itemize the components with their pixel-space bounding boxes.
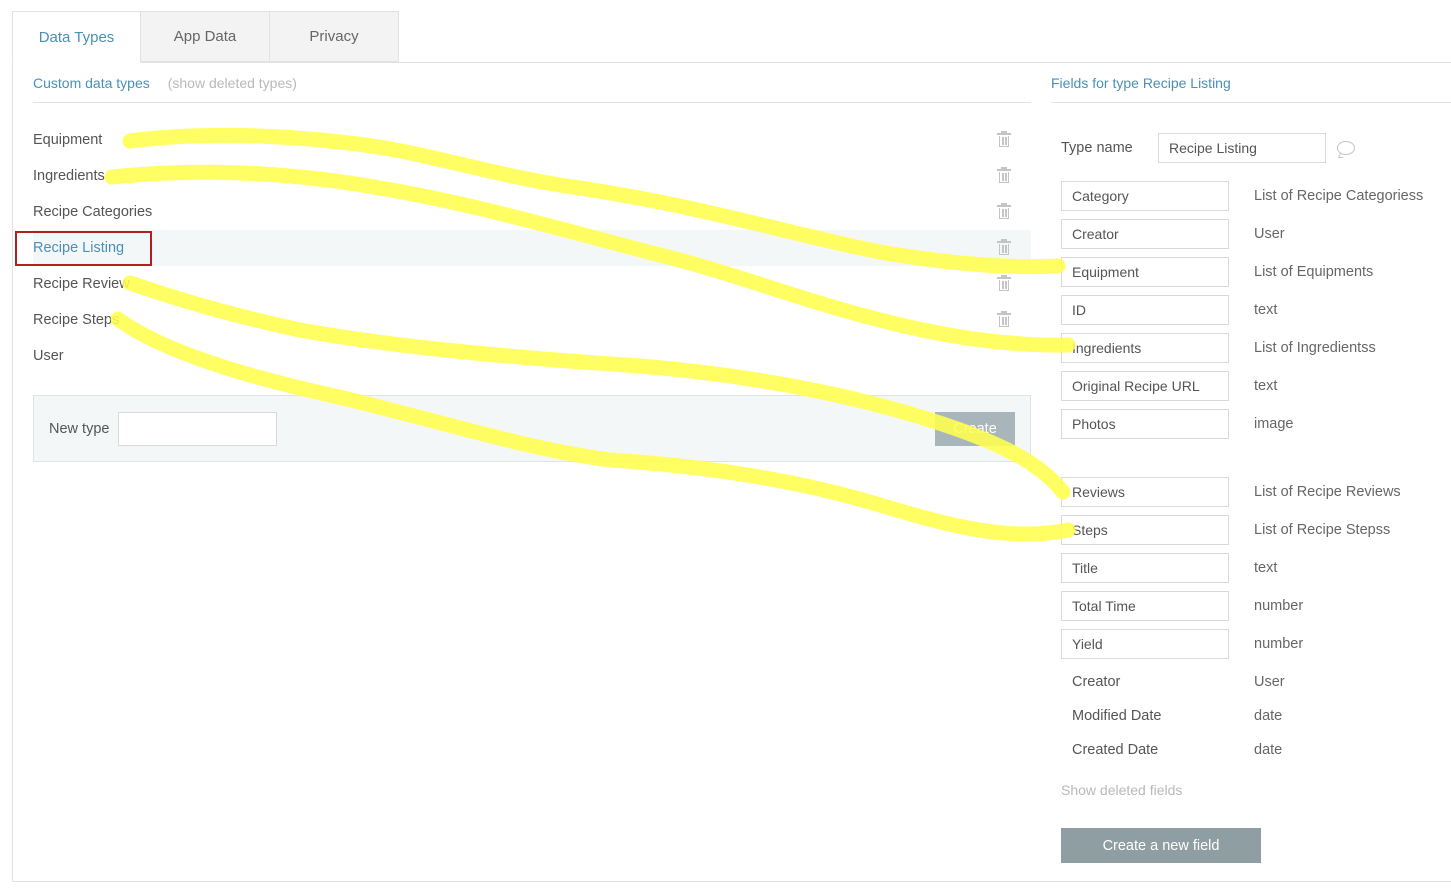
field-row: text [1061, 295, 1277, 325]
builtin-field-name: Creator [1072, 674, 1121, 690]
create-new-field-button[interactable]: Create a new field [1061, 828, 1261, 863]
field-row: List of Ingredientss [1061, 333, 1376, 363]
field-row: List of Recipe Categoriess [1061, 181, 1423, 211]
type-name-label: Type name [1061, 140, 1133, 156]
field-type-label[interactable]: User [1254, 226, 1285, 242]
field-type-label[interactable]: List of Recipe Categoriess [1254, 188, 1423, 204]
new-type-label: New type [49, 420, 110, 437]
type-item[interactable]: Ingredients [33, 158, 1031, 194]
field-name-input[interactable] [1061, 409, 1229, 439]
type-item-label: Equipment [33, 132, 103, 148]
type-item-label: Recipe Categories [33, 204, 153, 220]
field-type-label[interactable]: List of Equipments [1254, 264, 1373, 280]
comment-bubble-icon[interactable] [1337, 141, 1355, 155]
builtin-field-name: Modified Date [1072, 708, 1162, 724]
type-item-label: Recipe Review [33, 276, 130, 292]
tab-privacy[interactable]: Privacy [270, 11, 399, 62]
field-name-input[interactable] [1061, 477, 1229, 507]
trash-icon[interactable] [997, 203, 1011, 220]
builtin-field-type: date [1254, 742, 1283, 758]
tab-bar: Data Types App Data Privacy [12, 11, 399, 63]
field-name-input[interactable] [1061, 371, 1229, 401]
trash-icon[interactable] [997, 311, 1011, 328]
field-type-label[interactable]: text [1254, 378, 1277, 394]
builtin-field-row: Created Date date [1061, 735, 1282, 765]
builtin-field-row: Modified Date date [1061, 701, 1282, 731]
type-name-row: Type name [1061, 133, 1355, 163]
type-item-label: Recipe Steps [33, 312, 120, 328]
builtin-field-type: User [1254, 674, 1285, 690]
type-item[interactable]: Recipe Categories [33, 194, 1031, 230]
new-type-form: New type Create [33, 395, 1031, 462]
tab-data-types[interactable]: Data Types [12, 11, 141, 63]
field-name-input[interactable] [1061, 295, 1229, 325]
type-list: Equipment Ingredients Recipe Categories Rec… [33, 122, 1031, 374]
type-item-label: Recipe Listing [33, 240, 125, 256]
type-item[interactable]: User [33, 338, 1031, 374]
field-name-input[interactable] [1061, 591, 1229, 621]
builtin-field-row: Creator User [1061, 667, 1285, 697]
builtin-field-name: Created Date [1072, 742, 1159, 758]
type-item[interactable]: Recipe Steps [33, 302, 1031, 338]
type-item[interactable]: Equipment [33, 122, 1031, 158]
field-row: List of Recipe Stepss [1061, 515, 1390, 545]
type-item-label: User [33, 348, 64, 364]
tab-app-data[interactable]: App Data [141, 11, 270, 62]
field-type-label[interactable]: List of Recipe Reviews [1254, 484, 1401, 500]
field-name-input[interactable] [1061, 553, 1229, 583]
field-name-input[interactable] [1061, 515, 1229, 545]
field-row: text [1061, 553, 1277, 583]
show-deleted-fields-link[interactable]: Show deleted fields [1061, 782, 1182, 798]
field-type-label[interactable]: number [1254, 598, 1303, 614]
field-row: List of Equipments [1061, 257, 1373, 287]
field-row: number [1061, 591, 1303, 621]
trash-icon[interactable] [997, 131, 1011, 148]
field-type-label[interactable]: image [1254, 416, 1294, 432]
field-row: image [1061, 409, 1294, 439]
type-name-input[interactable] [1158, 133, 1326, 163]
custom-types-header: Custom data types (show deleted types) [33, 75, 1031, 103]
trash-icon[interactable] [997, 239, 1011, 256]
field-name-input[interactable] [1061, 333, 1229, 363]
builtin-field-type: date [1254, 708, 1283, 724]
field-name-input[interactable] [1061, 181, 1229, 211]
new-type-input[interactable] [118, 411, 278, 446]
field-type-label[interactable]: text [1254, 560, 1277, 576]
fields-header: Fields for type Recipe Listing [1051, 75, 1451, 103]
create-type-button[interactable]: Create [935, 412, 1015, 446]
field-row: User [1061, 219, 1285, 249]
field-row: text [1061, 371, 1277, 401]
field-row: List of Recipe Reviews [1061, 477, 1401, 507]
type-item[interactable]: Recipe Review [33, 266, 1031, 302]
field-name-input[interactable] [1061, 219, 1229, 249]
field-type-label[interactable]: text [1254, 302, 1277, 318]
field-type-label[interactable]: List of Recipe Stepss [1254, 522, 1390, 538]
type-item-label: Ingredients [33, 168, 105, 184]
custom-types-title[interactable]: Custom data types [33, 75, 150, 91]
field-name-input[interactable] [1061, 257, 1229, 287]
field-type-label[interactable]: List of Ingredientss [1254, 340, 1376, 356]
trash-icon[interactable] [997, 167, 1011, 184]
field-type-label[interactable]: number [1254, 636, 1303, 652]
type-item[interactable]: Recipe Listing [33, 230, 1031, 266]
show-deleted-types-link[interactable]: (show deleted types) [168, 75, 297, 91]
field-row: number [1061, 629, 1303, 659]
trash-icon[interactable] [997, 275, 1011, 292]
field-name-input[interactable] [1061, 629, 1229, 659]
